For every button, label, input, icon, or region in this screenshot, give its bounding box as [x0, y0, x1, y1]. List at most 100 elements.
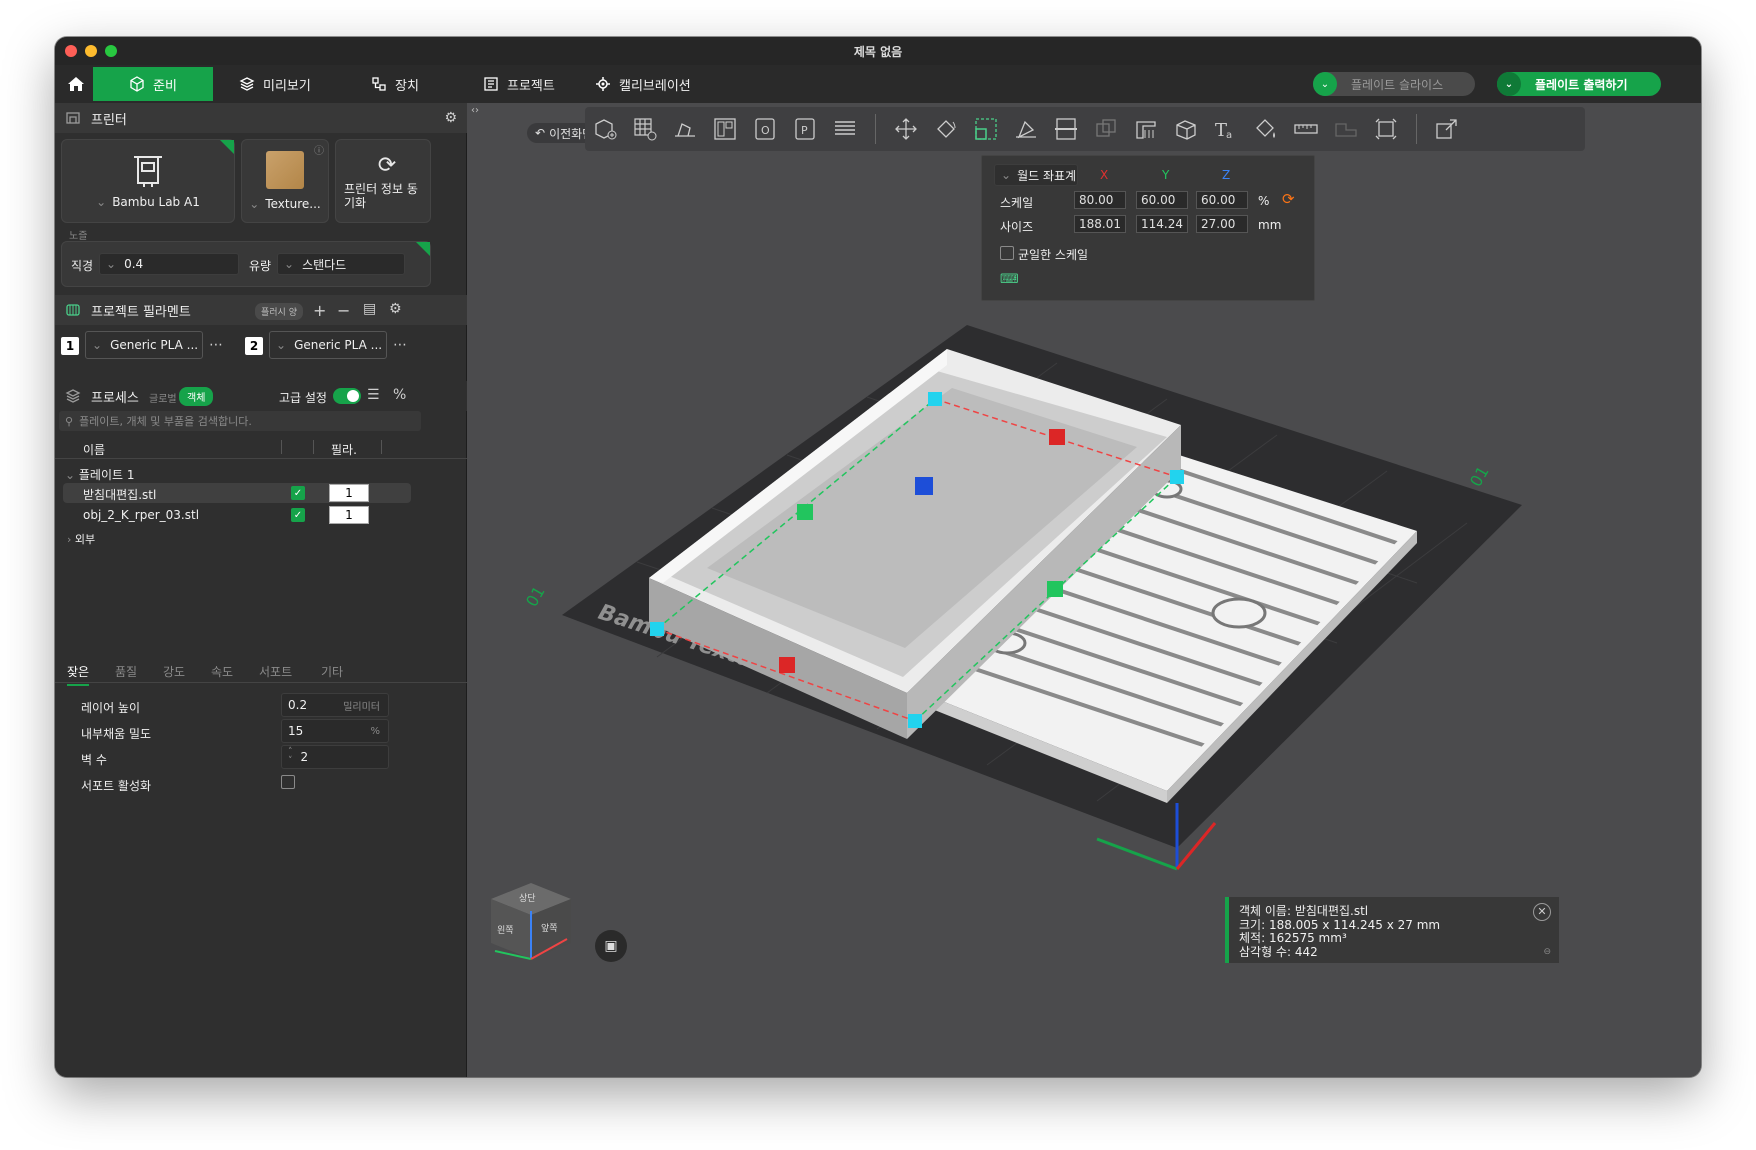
object-toggle[interactable]: 객체	[179, 387, 214, 406]
add-filament-icon[interactable]: +	[313, 301, 326, 320]
calibration-icon	[596, 77, 610, 91]
main-tabbar: 준비 미리보기 장치 프로젝트 캘리브레이션 ⌄ 플레이트 슬라이스 ⌄ 플레이…	[55, 65, 1701, 103]
flow-label: 유량	[249, 259, 272, 273]
tab-calibration[interactable]: 캘리브레이션	[579, 67, 707, 101]
list-icon[interactable]: ☰	[367, 387, 380, 403]
chevron-down-icon: ⌄	[65, 468, 76, 482]
3d-viewport[interactable]: ‹› ↶ 이전화면 O P Ta ⌄ 월드 좌표계 X Y Z 스케일 80.0…	[467, 103, 1701, 1077]
tab-frequent[interactable]: 잦은	[67, 663, 90, 686]
printer-name: Bambu Lab A1	[112, 195, 200, 209]
filament-sync-icon[interactable]: ▤	[363, 301, 376, 317]
view-options-icon[interactable]: ▣	[595, 930, 627, 962]
info-size: 크기: 188.005 x 114.245 x 27 mm	[1239, 917, 1441, 932]
tab-preview[interactable]: 미리보기	[223, 67, 327, 101]
tab-others[interactable]: 기타	[321, 663, 343, 680]
tab-quality[interactable]: 품질	[115, 663, 137, 680]
object-search[interactable]: ⚲ 플레이트, 개체 및 부품을 검색합니다.	[59, 411, 421, 431]
sync-label: 프린터 정보 동기화	[344, 181, 418, 210]
info-triangles: 삼각형 수: 442	[1239, 944, 1318, 959]
app-window: 제목 없음 준비 미리보기 장치 프로젝트 캘리브레이션 ⌄ 플레이트 슬라이스	[55, 37, 1701, 1077]
printer-icon	[134, 156, 162, 187]
process-icon	[65, 388, 81, 404]
search-icon: ⚲	[65, 414, 74, 428]
tab-label: 준비	[153, 78, 177, 94]
titlebar: 제목 없음	[55, 37, 1701, 65]
plate-number-left: 01	[522, 583, 549, 610]
plate-number-right: 01	[1466, 463, 1493, 490]
process-section-title: 프로세스	[91, 390, 139, 406]
chevron-down-icon: ⌄	[92, 338, 103, 352]
stepper-icon[interactable]: ˄ ˅	[288, 748, 293, 766]
tab-label: 장치	[395, 78, 419, 94]
filament-icon	[65, 302, 81, 318]
close-icon[interactable]: ✕	[1533, 903, 1551, 921]
view-cube-left-label: 왼쪽	[497, 925, 514, 936]
gear-icon[interactable]: ⚙	[389, 301, 402, 317]
plate-select-card[interactable]: ⓘ ⌄ Texture...	[241, 139, 329, 223]
nozzle-label: 노즐	[69, 231, 88, 242]
printer-section-header: 프린터 ⚙	[55, 103, 467, 133]
flow-select[interactable]: ⌄ 스탠다드	[277, 253, 405, 275]
table-row[interactable]: 받침대편집.stl ✓ 1	[63, 483, 411, 503]
support-checkbox[interactable]	[281, 775, 295, 789]
infill-input[interactable]: 15 %	[281, 719, 389, 743]
plate-name: Texture...	[265, 197, 321, 211]
tab-support[interactable]: 서포트	[259, 663, 292, 680]
support-label: 서포트 활성화	[81, 779, 152, 793]
column-name: 이름	[83, 443, 106, 457]
sidebar: 프린터 ⚙ ⌄ Bambu Lab A1 ⓘ ⌄ Texture... ⟳ 프린…	[55, 103, 467, 1077]
filament-edit-icon[interactable]: ⋯	[209, 337, 223, 353]
table-row[interactable]: obj_2_K_rper_03.stl ✓ 1	[63, 505, 411, 525]
object-filament-field[interactable]: 1	[329, 506, 369, 524]
printer-select-card[interactable]: ⌄ Bambu Lab A1	[61, 139, 235, 223]
object-visible-checkbox[interactable]: ✓	[291, 486, 305, 500]
filament-slot-number: 1	[61, 337, 79, 355]
object-visible-checkbox[interactable]: ✓	[291, 508, 305, 522]
print-plate-button[interactable]: ⌄ 플레이트 출력하기	[1497, 72, 1661, 96]
tab-strength[interactable]: 강도	[163, 663, 185, 680]
filament-slot-number: 2	[245, 337, 263, 355]
filament-select-2[interactable]: ⌄ Generic PLA ...	[269, 331, 387, 359]
edit-marker	[220, 140, 234, 154]
remove-filament-icon[interactable]: −	[337, 301, 350, 320]
diameter-select[interactable]: ⌄ 0.4	[99, 253, 239, 275]
gear-icon[interactable]: ⚙	[444, 110, 457, 126]
walls-stepper[interactable]: ˄ ˅ 2	[281, 745, 389, 769]
object-filament-field[interactable]: 1	[329, 484, 369, 502]
sync-icon: ⟳	[377, 152, 397, 178]
info-object-name: 객체 이름: 받침대편집.stl	[1239, 904, 1369, 918]
tab-prepare[interactable]: 준비	[93, 67, 213, 101]
tab-project[interactable]: 프로젝트	[467, 67, 571, 101]
tab-label: 캘리브레이션	[619, 78, 691, 94]
chevron-down-icon: ⌄	[96, 195, 107, 209]
advanced-toggle[interactable]	[333, 388, 361, 404]
close-window-button[interactable]	[65, 45, 77, 57]
filament-select-1[interactable]: ⌄ Generic PLA ...	[85, 331, 203, 359]
percent-icon[interactable]: %	[393, 387, 406, 403]
chevron-down-icon: ⌄	[249, 197, 260, 211]
chevron-down-icon: ⌄	[106, 257, 117, 271]
tab-device[interactable]: 장치	[355, 67, 435, 101]
outside-group[interactable]: › 외부	[67, 531, 95, 547]
chevron-down-icon: ⌄	[276, 338, 287, 352]
object-name: obj_2_K_rper_03.stl	[83, 508, 200, 522]
global-toggle[interactable]: 글로벌	[149, 390, 177, 405]
layer-height-input[interactable]: 0.2 밀리미터	[281, 693, 389, 717]
chevron-down-icon[interactable]: ⌄	[1313, 72, 1337, 96]
tab-label: 프로젝트	[507, 78, 555, 94]
minimize-window-button[interactable]	[85, 45, 97, 57]
layer-height-label: 레이어 높이	[81, 701, 141, 715]
flush-volume-button[interactable]: 플러시 양	[255, 303, 303, 320]
info-volume: 체적: 162575 mm³	[1239, 931, 1347, 945]
zoom-window-button[interactable]	[105, 45, 117, 57]
plate-group[interactable]: ⌄ 플레이트 1	[65, 466, 135, 483]
tab-speed[interactable]: 속도	[211, 663, 233, 680]
home-icon[interactable]	[63, 71, 89, 97]
chevron-down-icon[interactable]: ⌄	[1497, 72, 1521, 96]
info-icon[interactable]: ⓘ	[314, 142, 324, 157]
slice-plate-button[interactable]: ⌄ 플레이트 슬라이스	[1313, 72, 1475, 96]
sync-printer-button[interactable]: ⟳ 프린터 정보 동기화	[335, 139, 431, 223]
filament-edit-icon[interactable]: ⋯	[393, 337, 407, 353]
view-cube[interactable]: 상단 왼쪽 앞쪽	[481, 869, 581, 969]
collapse-icon[interactable]: ⊖	[1543, 946, 1551, 960]
